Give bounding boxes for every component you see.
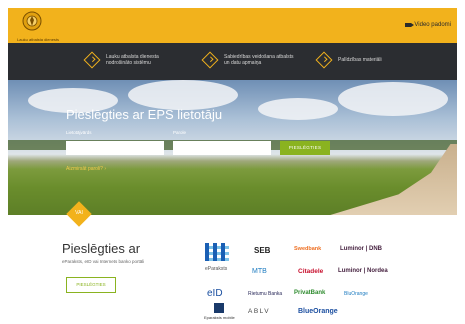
video-camera-icon bbox=[405, 23, 415, 27]
bank-login-title: Pieslēgties ar bbox=[62, 241, 141, 256]
chevron-right-icon bbox=[83, 51, 101, 69]
eparaksts-mobile-icon bbox=[214, 303, 224, 313]
ablv-logo[interactable]: ABLV bbox=[248, 308, 270, 315]
privatbank-logo[interactable]: PrivatBank bbox=[294, 290, 325, 296]
citadele-logo[interactable]: Citadele bbox=[298, 268, 323, 275]
cloud bbox=[128, 80, 238, 110]
cloud bbox=[258, 98, 338, 120]
luminor-nordea-logo[interactable]: Luminor | Nordea bbox=[338, 268, 388, 274]
mtb-logo[interactable]: MTB bbox=[252, 268, 267, 275]
eparaksts-label: eParaksts bbox=[205, 266, 228, 272]
chevron-right-icon bbox=[315, 51, 333, 69]
bluorange-small-logo[interactable]: BluOrange bbox=[344, 291, 368, 297]
video-tips-label: Video padomi bbox=[414, 22, 451, 28]
nav-item-cooperation[interactable]: Sabiedrības veidošana atbalsts un datu a… bbox=[201, 51, 294, 69]
coat-of-arms-logo[interactable] bbox=[20, 10, 44, 34]
eparaksts-mobile-label[interactable]: Eparaksts mobile bbox=[204, 315, 235, 320]
or-divider-label: VAI bbox=[75, 210, 83, 216]
chevron-right-icon bbox=[201, 51, 219, 69]
main-navigation: Lauku atbalsta dienesta nodrošināto sist… bbox=[8, 43, 457, 80]
login-title: Pieslēgties ar EPS lietotāju bbox=[66, 107, 223, 122]
username-input[interactable] bbox=[66, 141, 164, 155]
nav-label: Palīdzības materiāli bbox=[338, 57, 382, 63]
eid-logo[interactable]: eID bbox=[207, 288, 223, 299]
nav-item-systems[interactable]: Lauku atbalsta dienesta nodrošināto sist… bbox=[83, 51, 176, 69]
rietumu-logo[interactable]: Rietumu Banka bbox=[248, 291, 282, 297]
forgot-password-link[interactable]: Aizmirsāt paroli? › bbox=[66, 166, 106, 172]
eparaksts-logo[interactable] bbox=[205, 243, 229, 261]
luminor-dnb-logo[interactable]: Luminor | DNB bbox=[340, 246, 382, 252]
bank-login-subtitle: eParaksts, eID vai Internets banko portā… bbox=[62, 259, 145, 264]
cloud bbox=[338, 82, 448, 116]
video-tips-link[interactable]: Video padomi bbox=[405, 22, 451, 28]
nav-item-help[interactable]: Palīdzības materiāli bbox=[315, 51, 408, 69]
nav-label: Sabiedrības veidošana atbalsts un datu a… bbox=[224, 54, 294, 66]
logo-text: Lauku atbalsta dienests bbox=[17, 37, 60, 42]
bluorange-logo[interactable]: BlueOrange bbox=[298, 308, 338, 315]
dirt-road bbox=[327, 144, 457, 215]
username-label: Lietotājvārds bbox=[66, 130, 92, 135]
password-label: Parole bbox=[173, 130, 187, 135]
password-input[interactable] bbox=[173, 141, 271, 155]
swedbank-logo[interactable]: Swedbank bbox=[294, 246, 321, 252]
header-bar: Lauku atbalsta dienests Video padomi bbox=[8, 8, 457, 43]
login-button[interactable]: PIESLĒGTIES bbox=[280, 141, 330, 155]
seb-logo[interactable]: SEB bbox=[254, 246, 270, 255]
login-hero: Pieslēgties ar EPS lietotāju Lietotājvār… bbox=[8, 80, 457, 215]
bank-login-button[interactable]: PIESLĒGTIES bbox=[66, 277, 116, 293]
nav-label: Lauku atbalsta dienesta nodrošināto sist… bbox=[106, 54, 159, 66]
